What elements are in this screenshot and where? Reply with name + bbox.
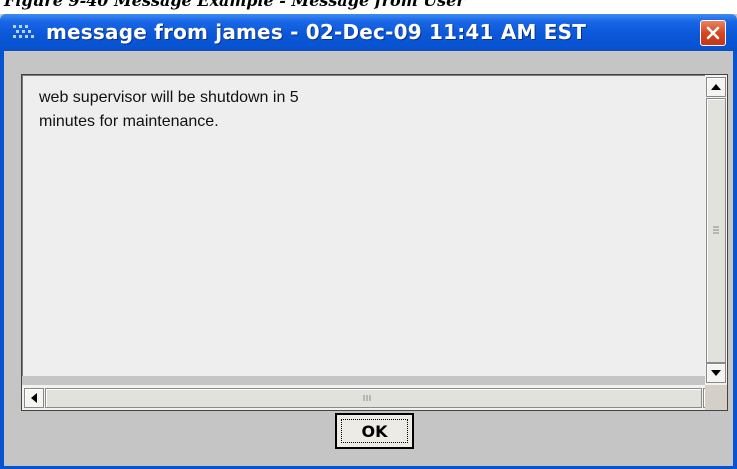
horizontal-scrollbar[interactable] — [22, 385, 727, 410]
arrow-left-icon — [31, 393, 37, 403]
window-title: message from james - 02-Dec-09 11:41 AM … — [46, 20, 587, 44]
grip-lines-icon — [363, 395, 371, 401]
close-x-icon — [706, 26, 720, 40]
message-line: minutes for maintenance. — [39, 113, 219, 130]
ok-button[interactable]: OK — [335, 413, 414, 449]
close-button[interactable] — [700, 20, 726, 46]
message-line: web supervisor will be shutdown in 5 — [39, 89, 299, 106]
grip-lines-icon — [713, 226, 719, 234]
horizontal-scroll-thumb[interactable] — [45, 388, 702, 408]
scroll-left-button[interactable] — [24, 388, 44, 408]
dots-grid-icon — [12, 24, 34, 41]
scroll-down-button[interactable] — [706, 363, 726, 383]
title-bar[interactable]: message from james - 02-Dec-09 11:41 AM … — [0, 14, 737, 51]
figure-caption: Figure 9-40 Message Example - Message fr… — [4, 0, 465, 10]
message-text-area[interactable]: web supervisor will be shutdown in 5 min… — [22, 75, 705, 376]
message-dialog: message from james - 02-Dec-09 11:41 AM … — [0, 14, 737, 469]
figure-caption-strip: Figure 9-40 Message Example - Message fr… — [0, 0, 737, 14]
arrow-up-icon — [711, 84, 721, 90]
scroll-up-button[interactable] — [706, 77, 726, 97]
vertical-scrollbar[interactable] — [705, 75, 727, 385]
window-frame-left — [0, 51, 4, 469]
ok-button-label: OK — [361, 421, 388, 441]
vertical-scroll-thumb[interactable] — [706, 98, 726, 363]
window-frame-right — [733, 51, 737, 469]
scrollbar-corner — [705, 385, 727, 410]
arrow-down-icon — [711, 370, 721, 376]
